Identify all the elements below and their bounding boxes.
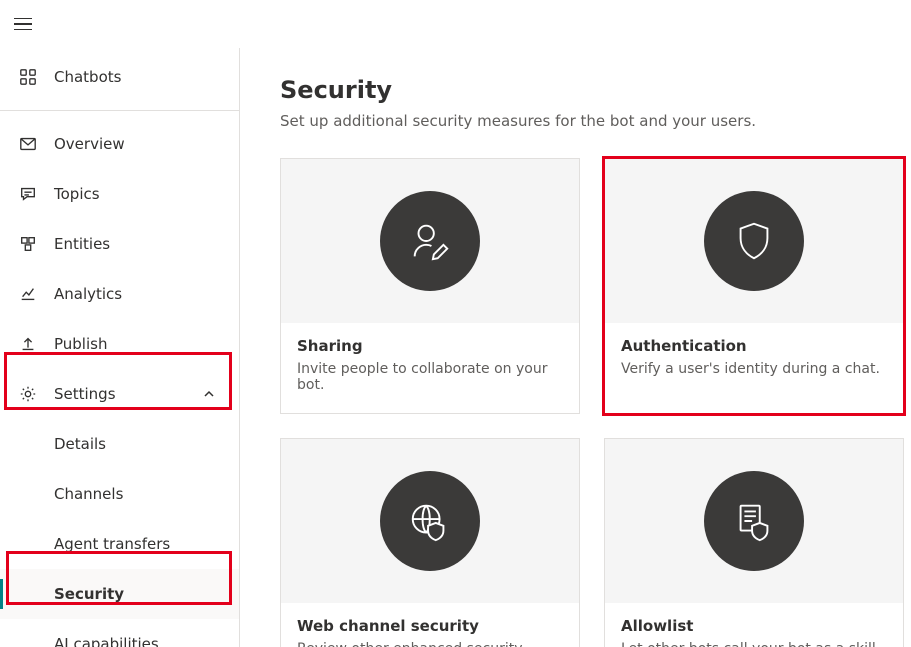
- sidebar-item-label: Overview: [54, 135, 125, 153]
- entities-icon: [18, 234, 38, 254]
- chat-icon: [18, 184, 38, 204]
- card-title: Web channel security: [297, 617, 563, 635]
- sidebar-item-topics[interactable]: Topics: [0, 169, 239, 219]
- sidebar-sub-ai-capabilities[interactable]: AI capabilities: [0, 619, 239, 647]
- sidebar-sub-label: Agent transfers: [54, 535, 170, 553]
- sidebar-item-entities[interactable]: Entities: [0, 219, 239, 269]
- card-illustration: [281, 159, 579, 323]
- topbar: [0, 0, 911, 48]
- sidebar-sub-details[interactable]: Details: [0, 419, 239, 469]
- publish-icon: [18, 334, 38, 354]
- main-content: Security Set up additional security meas…: [240, 48, 911, 647]
- card-sharing[interactable]: Sharing Invite people to collaborate on …: [280, 158, 580, 414]
- sidebar-item-chatbots[interactable]: Chatbots: [0, 52, 239, 102]
- sidebar-item-label: Publish: [54, 335, 107, 353]
- person-edit-icon: [380, 191, 480, 291]
- page-subtitle: Set up additional security measures for …: [280, 112, 871, 130]
- overview-icon: [18, 134, 38, 154]
- sidebar-sub-security[interactable]: Security: [0, 569, 239, 619]
- card-title: Allowlist: [621, 617, 887, 635]
- sidebar-item-label: Analytics: [54, 285, 122, 303]
- sidebar-item-analytics[interactable]: Analytics: [0, 269, 239, 319]
- chevron-up-icon: [203, 388, 215, 400]
- sidebar-item-label: Chatbots: [54, 68, 121, 86]
- card-desc: Verify a user's identity during a chat.: [621, 361, 887, 377]
- gear-icon: [18, 384, 38, 404]
- card-title: Authentication: [621, 337, 887, 355]
- card-illustration: [605, 439, 903, 603]
- sidebar-sub-label: Details: [54, 435, 106, 453]
- sidebar-sub-channels[interactable]: Channels: [0, 469, 239, 519]
- sidebar-item-publish[interactable]: Publish: [0, 319, 239, 369]
- sidebar-item-label: Settings: [54, 385, 116, 403]
- page-title: Security: [280, 76, 871, 104]
- sidebar-item-label: Entities: [54, 235, 110, 253]
- card-desc: Invite people to collaborate on your bot…: [297, 361, 563, 393]
- sidebar-sub-label: AI capabilities: [54, 635, 159, 647]
- card-illustration: [281, 439, 579, 603]
- list-shield-icon: [704, 471, 804, 571]
- sidebar-item-label: Topics: [54, 185, 100, 203]
- card-desc: Let other bots call your bot as a skill.: [621, 641, 887, 647]
- shield-icon: [704, 191, 804, 291]
- sidebar-sub-label: Channels: [54, 485, 123, 503]
- sidebar-item-settings[interactable]: Settings: [0, 369, 239, 419]
- card-title: Sharing: [297, 337, 563, 355]
- hamburger-menu-icon[interactable]: [14, 14, 34, 34]
- globe-shield-icon: [380, 471, 480, 571]
- card-authentication[interactable]: Authentication Verify a user's identity …: [604, 158, 904, 414]
- card-allowlist[interactable]: Allowlist Let other bots call your bot a…: [604, 438, 904, 647]
- card-illustration: [605, 159, 903, 323]
- card-web-channel-security[interactable]: Web channel security Review other enhanc…: [280, 438, 580, 647]
- sidebar-item-overview[interactable]: Overview: [0, 119, 239, 169]
- analytics-icon: [18, 284, 38, 304]
- sidebar-sub-agent-transfers[interactable]: Agent transfers: [0, 519, 239, 569]
- grid-icon: [18, 67, 38, 87]
- card-desc: Review other enhanced security options.: [297, 641, 563, 647]
- sidebar-sub-label: Security: [54, 585, 124, 603]
- sidebar: Chatbots Overview Topics: [0, 48, 240, 647]
